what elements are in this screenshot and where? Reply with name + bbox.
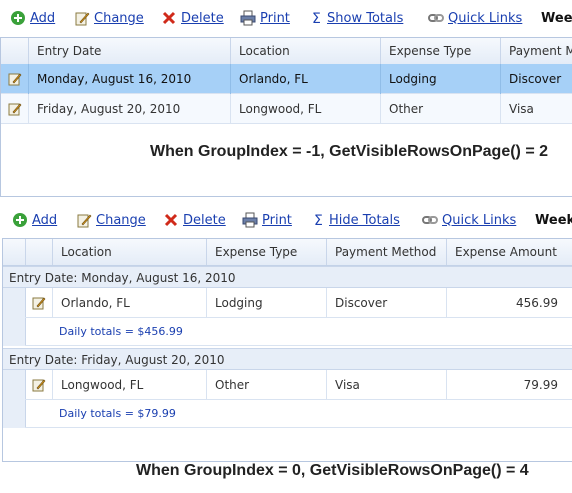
show-totals-label: Show Totals <box>327 10 404 26</box>
delete-icon <box>161 10 177 26</box>
header-expense-amount[interactable]: Expense Amount <box>446 239 572 265</box>
delete-button[interactable]: Delete <box>161 6 224 30</box>
table-row[interactable]: Friday, August 20, 2010 Longwood, FL Oth… <box>1 94 572 124</box>
delete-label: Delete <box>183 212 226 228</box>
print-label: Print <box>262 212 292 228</box>
cell-expense-amount: 79.99 <box>446 370 562 400</box>
group-row[interactable]: Entry Date: Friday, August 20, 2010 <box>3 348 572 370</box>
week-tab[interactable]: Week <box>535 208 572 232</box>
group-row[interactable]: Entry Date: Monday, August 16, 2010 <box>3 266 572 288</box>
toolbar-bottom: Add Change Delete Print Σ Hide Totals Qu… <box>0 208 572 232</box>
delete-icon <box>163 212 179 228</box>
group-total: Daily totals = $456.99 <box>25 318 572 346</box>
link-icon <box>422 212 438 228</box>
sigma-icon: Σ <box>313 212 325 229</box>
header-entry-date[interactable]: Entry Date <box>28 38 230 64</box>
header-icon-column <box>1 38 28 64</box>
change-label: Change <box>96 212 146 228</box>
edit-icon <box>8 73 22 86</box>
link-icon <box>428 10 444 26</box>
cell-payment-method: Discover <box>326 288 446 318</box>
header-group-indent <box>3 239 25 265</box>
row-edit-cell[interactable] <box>1 64 28 94</box>
cell-expense-type: Other <box>206 370 326 400</box>
add-icon <box>10 10 26 26</box>
printer-icon <box>240 10 256 26</box>
add-label: Add <box>32 212 58 228</box>
header-icon-column <box>25 239 52 265</box>
cell-expense-type: Other <box>380 94 500 124</box>
printer-icon <box>242 212 258 228</box>
row-edit-cell[interactable] <box>1 94 28 124</box>
add-button[interactable]: Add <box>12 208 57 232</box>
svg-text:Σ: Σ <box>314 213 323 228</box>
header-location[interactable]: Location <box>230 38 380 64</box>
cell-location: Orlando, FL <box>230 64 380 94</box>
hide-totals-label: Hide Totals <box>329 212 400 228</box>
add-label: Add <box>30 10 56 26</box>
print-button[interactable]: Print <box>240 6 290 30</box>
pencil-icon <box>76 212 92 228</box>
cell-location: Orlando, FL <box>52 288 206 318</box>
change-button[interactable]: Change <box>76 208 146 232</box>
cell-entry-date: Monday, August 16, 2010 <box>28 64 230 94</box>
cell-location: Longwood, FL <box>230 94 380 124</box>
expense-grid-ungrouped: Entry Date Location Expense Type Payment… <box>0 37 572 197</box>
change-button[interactable]: Change <box>74 6 144 30</box>
table-row[interactable]: Orlando, FL Lodging Discover 456.99 <box>25 288 572 318</box>
change-label: Change <box>94 10 144 26</box>
grid-header: Entry Date Location Expense Type Payment… <box>1 38 572 65</box>
cell-expense-amount: 456.99 <box>446 288 562 318</box>
print-label: Print <box>260 10 290 26</box>
row-edit-cell[interactable] <box>25 370 52 400</box>
group-total: Daily totals = $79.99 <box>25 400 572 428</box>
caption-bottom: When GroupIndex = 0, GetVisibleRowsOnPag… <box>136 462 529 479</box>
edit-icon <box>32 297 46 310</box>
table-row[interactable]: Monday, August 16, 2010 Orlando, FL Lodg… <box>1 64 572 94</box>
cell-payment-method: Visa <box>500 94 572 124</box>
cell-payment-method: Visa <box>326 370 446 400</box>
group-indent <box>3 370 26 428</box>
cell-payment-method: Discover <box>500 64 572 94</box>
quick-links-button[interactable]: Quick Links <box>428 6 522 30</box>
header-expense-type[interactable]: Expense Type <box>206 239 326 265</box>
cell-expense-type: Lodging <box>380 64 500 94</box>
cell-entry-date: Friday, August 20, 2010 <box>28 94 230 124</box>
cell-location: Longwood, FL <box>52 370 206 400</box>
svg-text:Σ: Σ <box>312 11 321 26</box>
quick-links-label: Quick Links <box>442 212 517 228</box>
delete-button[interactable]: Delete <box>163 208 226 232</box>
row-edit-cell[interactable] <box>25 288 52 318</box>
header-location[interactable]: Location <box>52 239 206 265</box>
cell-expense-type: Lodging <box>206 288 326 318</box>
week-tab[interactable]: Wee <box>541 6 572 30</box>
hide-totals-button[interactable]: Σ Hide Totals <box>313 208 400 232</box>
header-expense-type[interactable]: Expense Type <box>380 38 500 64</box>
edit-icon <box>8 103 22 116</box>
print-button[interactable]: Print <box>242 208 292 232</box>
edit-icon <box>32 379 46 392</box>
sigma-icon: Σ <box>311 10 323 27</box>
quick-links-button[interactable]: Quick Links <box>422 208 516 232</box>
grid-header: Location Expense Type Payment Method Exp… <box>3 239 572 266</box>
expense-grid-grouped: Location Expense Type Payment Method Exp… <box>2 238 572 462</box>
quick-links-label: Quick Links <box>448 10 523 26</box>
pencil-icon <box>74 10 90 26</box>
show-totals-button[interactable]: Σ Show Totals <box>311 6 403 30</box>
add-button[interactable]: Add <box>10 6 55 30</box>
toolbar-top: Add Change Delete Print Σ Show Totals Qu… <box>0 6 572 30</box>
delete-label: Delete <box>181 10 224 26</box>
caption-top: When GroupIndex = -1, GetVisibleRowsOnPa… <box>150 143 549 160</box>
table-row[interactable]: Longwood, FL Other Visa 79.99 <box>25 370 572 400</box>
header-payment-method[interactable]: Payment Method <box>326 239 446 265</box>
group-indent <box>3 288 26 346</box>
header-payment-method[interactable]: Payment Method <box>500 38 572 64</box>
add-icon <box>12 212 28 228</box>
